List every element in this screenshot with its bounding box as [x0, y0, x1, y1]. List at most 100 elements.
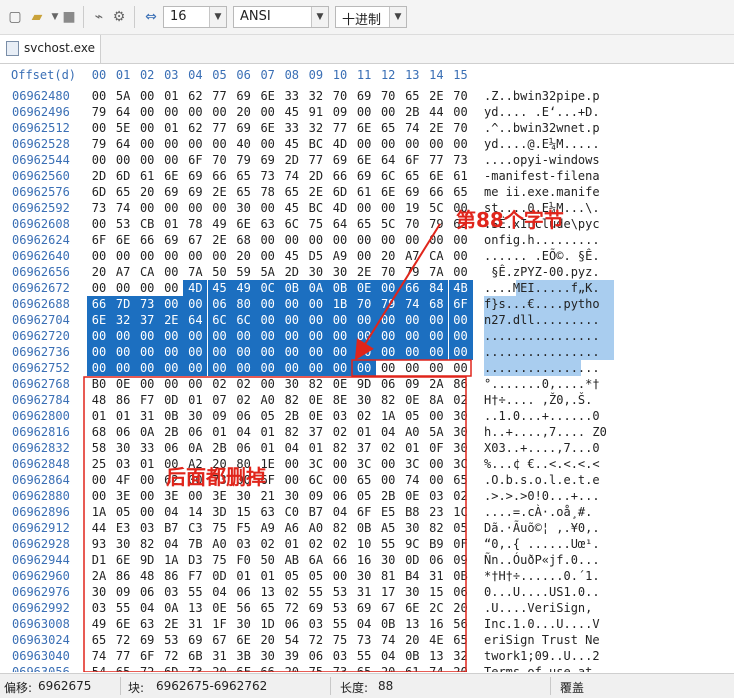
hex-byte[interactable]: 64 — [111, 104, 135, 120]
hex-byte[interactable]: 31 — [352, 584, 376, 600]
hex-byte[interactable]: 00 — [208, 248, 232, 264]
hex-byte[interactable]: 00 — [87, 328, 111, 344]
hex-byte[interactable]: 81 — [376, 568, 400, 584]
hex-byte[interactable]: 20 — [232, 104, 256, 120]
hex-byte[interactable]: 09 — [304, 488, 328, 504]
hex-byte[interactable]: 70 — [400, 216, 424, 232]
hex-byte[interactable]: A6 — [280, 520, 304, 536]
hex-byte[interactable]: 23 — [424, 504, 448, 520]
hex-byte[interactable]: 00 — [448, 328, 473, 344]
hex-byte[interactable]: 64 — [183, 312, 208, 328]
hex-byte[interactable]: 6E — [352, 120, 376, 136]
hex-byte[interactable]: 10 — [352, 536, 376, 552]
hex-byte[interactable]: A0 — [400, 424, 424, 440]
hex-byte[interactable]: 73 — [352, 632, 376, 648]
hex-byte[interactable]: B4 — [400, 568, 424, 584]
ascii-text[interactable]: Dã.·Ãuõ©¦ ,.¥0,. — [484, 520, 600, 536]
hex-byte[interactable]: 01 — [87, 408, 111, 424]
hex-byte[interactable]: 6B — [183, 648, 207, 664]
hex-byte[interactable]: 66 — [400, 280, 425, 296]
hex-byte[interactable]: 66 — [328, 168, 352, 184]
hex-byte[interactable]: 91 — [304, 104, 328, 120]
hex-byte[interactable]: 74 — [400, 296, 425, 312]
hex-byte[interactable]: 69 — [304, 600, 328, 616]
hex-byte[interactable]: 00 — [424, 456, 448, 472]
hex-byte[interactable]: 00 — [159, 296, 184, 312]
hex-byte[interactable]: 00 — [280, 456, 304, 472]
hex-byte[interactable]: 70 — [352, 296, 377, 312]
hex-byte[interactable]: 14 — [183, 504, 207, 520]
hex-byte[interactable]: 66 — [208, 168, 232, 184]
hex-byte[interactable]: 54 — [280, 632, 304, 648]
hex-byte[interactable]: 00 — [328, 312, 352, 328]
hex-byte[interactable]: 30 — [352, 568, 376, 584]
hex-byte[interactable]: 56 — [449, 616, 473, 632]
hex-byte[interactable]: 2C — [424, 600, 448, 616]
hex-byte[interactable]: 72 — [304, 632, 328, 648]
ascii-text[interactable]: ....opyi-windows — [484, 152, 600, 168]
hex-byte[interactable]: 04 — [135, 600, 159, 616]
hex-byte[interactable]: 31 — [135, 408, 159, 424]
hex-byte[interactable]: 0B — [159, 408, 183, 424]
hex-byte[interactable]: 30 — [449, 440, 473, 456]
hex-byte[interactable]: 00 — [87, 120, 111, 136]
hex-byte[interactable]: 63 — [135, 616, 159, 632]
hex-byte[interactable]: 30 — [328, 264, 352, 280]
hex-byte[interactable]: F0 — [232, 552, 256, 568]
hex-byte[interactable]: 02 — [449, 488, 473, 504]
hex-byte[interactable]: 7D — [111, 296, 136, 312]
hex-byte[interactable]: 0A — [183, 440, 207, 456]
hex-byte[interactable]: E3 — [111, 520, 135, 536]
hex-byte[interactable]: 00 — [135, 328, 160, 344]
hex-byte[interactable]: 70 — [208, 152, 232, 168]
hex-byte[interactable]: CA — [424, 248, 448, 264]
hex-byte[interactable]: 32 — [449, 648, 473, 664]
hex-byte[interactable]: 4D — [328, 200, 352, 216]
hex-byte[interactable]: 00 — [207, 328, 232, 344]
hex-byte[interactable]: 53 — [328, 600, 352, 616]
hex-byte[interactable]: 02 — [256, 536, 280, 552]
ascii-text[interactable]: .O.b.s.o.l.e.t.e — [484, 472, 600, 488]
hex-byte[interactable]: 65 — [232, 184, 256, 200]
ascii-text[interactable]: ................ — [484, 328, 600, 344]
hex-byte[interactable]: 5C — [376, 216, 400, 232]
hex-byte[interactable]: 65 — [400, 168, 424, 184]
hex-byte[interactable]: 00 — [208, 200, 232, 216]
hex-byte[interactable]: 00 — [183, 376, 207, 392]
hex-byte[interactable]: D1 — [87, 552, 111, 568]
hex-byte[interactable]: 00 — [135, 104, 159, 120]
hex-byte[interactable]: 2E — [159, 312, 184, 328]
hex-byte[interactable]: 68 — [424, 296, 449, 312]
hex-byte[interactable]: 65 — [449, 632, 473, 648]
hex-byte[interactable]: 63 — [256, 504, 280, 520]
hex-byte[interactable]: BC — [304, 136, 328, 152]
hex-byte[interactable]: 37 — [304, 424, 328, 440]
hex-byte[interactable]: 61 — [400, 664, 424, 672]
hex-byte[interactable]: 30 — [183, 408, 207, 424]
hex-byte[interactable]: 30 — [87, 584, 111, 600]
hex-byte[interactable]: 45 — [280, 104, 304, 120]
hex-byte[interactable]: 00 — [304, 232, 328, 248]
hex-byte[interactable]: 00 — [376, 136, 400, 152]
hex-byte[interactable]: 00 — [183, 104, 207, 120]
hex-byte[interactable]: 00 — [231, 328, 256, 344]
hex-byte[interactable]: 0E — [304, 408, 328, 424]
hex-byte[interactable]: 02 — [449, 392, 473, 408]
hex-byte[interactable]: 4D — [328, 136, 352, 152]
hex-byte[interactable]: 09 — [328, 104, 352, 120]
hex-byte[interactable]: 00 — [256, 248, 280, 264]
hex-byte[interactable]: 72 — [159, 648, 183, 664]
hex-byte[interactable]: 0B — [400, 648, 424, 664]
hex-byte[interactable]: 20 — [400, 632, 424, 648]
hex-byte[interactable]: 00 — [376, 456, 400, 472]
hex-byte[interactable]: 00 — [376, 232, 400, 248]
hex-byte[interactable]: 65 — [352, 216, 376, 232]
ascii-text[interactable]: yd.... .E‘...+D. — [484, 104, 600, 120]
hex-byte[interactable]: 73 — [256, 168, 280, 184]
hex-byte[interactable]: 0D — [159, 392, 183, 408]
ascii-text[interactable]: ................ — [484, 360, 600, 376]
hex-byte[interactable]: 00 — [449, 360, 473, 376]
hex-byte[interactable]: 00 — [255, 296, 280, 312]
hex-byte[interactable]: 00 — [135, 136, 159, 152]
hex-byte[interactable]: 0B — [328, 280, 352, 296]
